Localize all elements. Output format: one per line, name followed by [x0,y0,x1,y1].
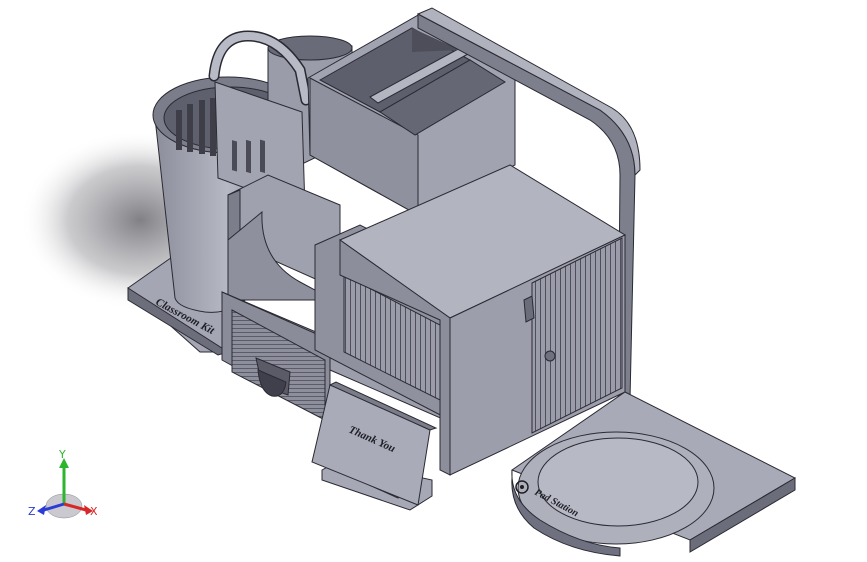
triad-y-label: Y [58,448,66,461]
desk-organizer-model[interactable]: Thank You Pad Station Classroom Kit Y X … [0,0,867,562]
divider-slots [232,139,265,174]
cad-viewport[interactable]: Thank You Pad Station Classroom Kit Y X … [0,0,867,562]
orientation-triad[interactable]: Y X Z [28,448,98,519]
door-knob[interactable] [544,350,556,362]
triad-z-label: Z [28,505,36,518]
triad-x-label: X [90,505,98,518]
